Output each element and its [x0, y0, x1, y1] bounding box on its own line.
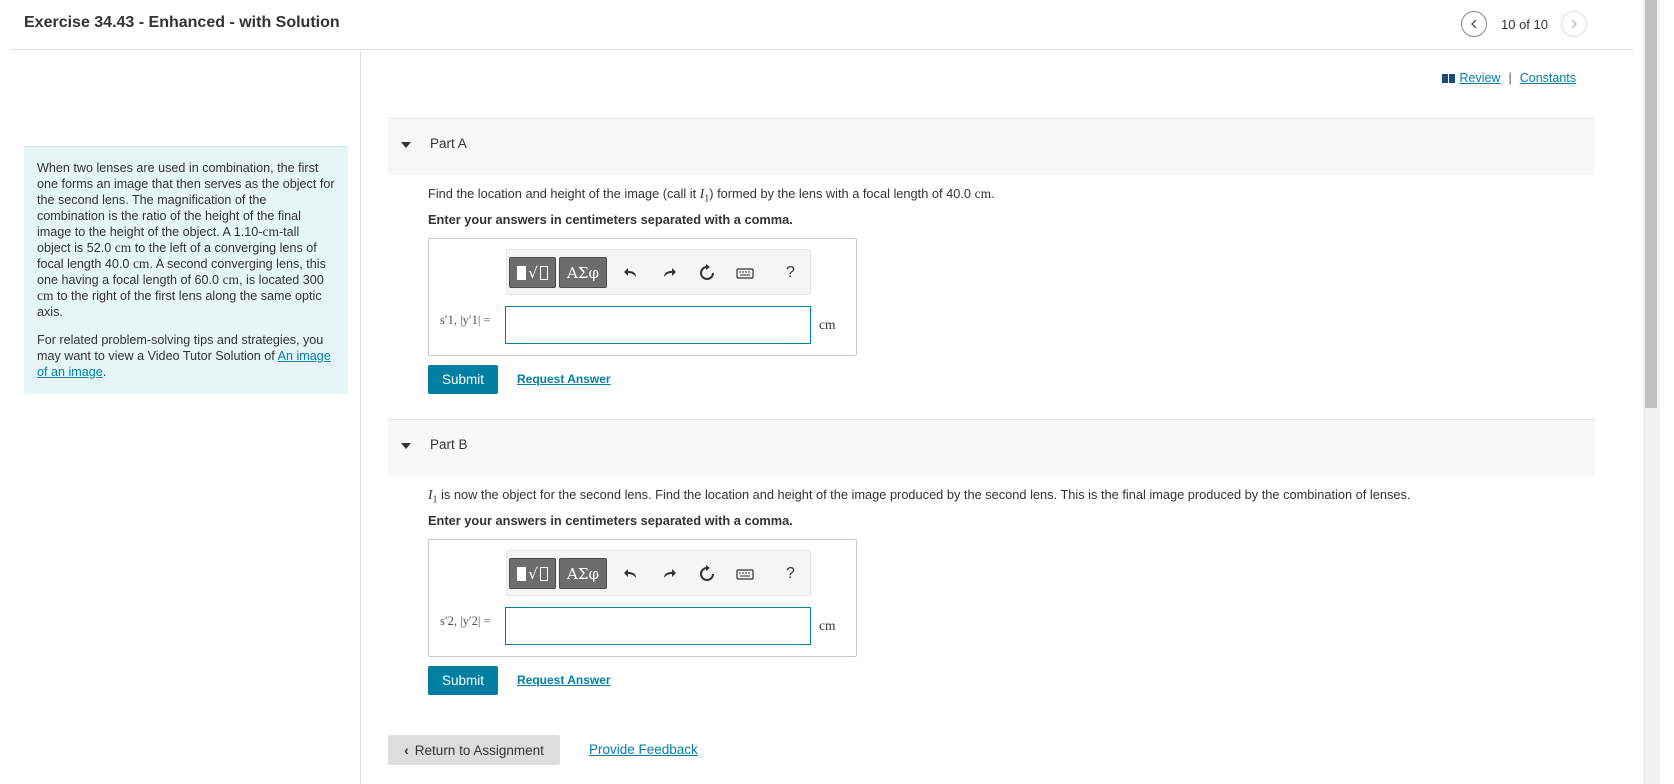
part-a-answer-box: √ ΑΣφ ? s′1, |y′1| = cm [428, 238, 857, 356]
part-b-answer-box: √ ΑΣφ ? s′2, |y′2| = cm [428, 539, 857, 657]
symbols-button[interactable]: ΑΣφ [559, 558, 607, 589]
collapse-caret-icon [401, 142, 411, 148]
problem-statement: When two lenses are used in combination,… [24, 146, 348, 394]
chevron-left-icon: ‹ [404, 742, 409, 758]
review-link[interactable]: Review [1459, 71, 1500, 85]
part-b-instruction: Enter your answers in centimeters separa… [428, 513, 793, 528]
pager-nav: 10 of 10 [1461, 11, 1587, 37]
part-b-title: Part B [430, 437, 468, 452]
part-b-submit-button[interactable]: Submit [428, 666, 498, 695]
part-a-title: Part A [430, 136, 467, 151]
keyboard-icon[interactable] [735, 564, 755, 584]
unit-label: cm [819, 317, 836, 332]
part-a-instruction: Enter your answers in centimeters separa… [428, 212, 793, 227]
redo-icon[interactable] [659, 564, 679, 584]
book-icon [1442, 73, 1456, 83]
templates-button[interactable]: √ [509, 558, 556, 589]
chevron-right-icon [1571, 19, 1577, 29]
collapse-caret-icon [401, 443, 411, 449]
answer-label: s′2, |y′2| = [440, 614, 491, 628]
problem-text: When two lenses are used in combination,… [37, 161, 335, 319]
help-button[interactable]: ? [786, 565, 795, 583]
header-bar: Exercise 34.43 - Enhanced - with Solutio… [11, 0, 1633, 50]
scrollbar-thumb[interactable] [1645, 0, 1657, 408]
constants-link[interactable]: Constants [1520, 71, 1576, 85]
page-title: Exercise 34.43 - Enhanced - with Solutio… [24, 14, 340, 31]
part-a-answer-input[interactable] [505, 306, 811, 344]
templates-button[interactable]: √ [509, 257, 556, 288]
unit-label: cm [819, 618, 836, 633]
math-toolbar: √ ΑΣφ ? [506, 249, 811, 295]
chevron-left-icon [1471, 19, 1477, 29]
reset-icon[interactable] [697, 263, 717, 283]
part-a-request-answer-link[interactable]: Request Answer [517, 372, 611, 386]
keyboard-icon[interactable] [735, 263, 755, 283]
reset-icon[interactable] [697, 564, 717, 584]
part-b-answer-input[interactable] [505, 607, 811, 645]
math-toolbar: √ ΑΣφ ? [506, 550, 811, 596]
return-to-assignment-button[interactable]: ‹ Return to Assignment [388, 735, 560, 765]
part-a-header[interactable]: Part A [388, 118, 1595, 175]
provide-feedback-link[interactable]: Provide Feedback [589, 742, 698, 757]
pager-count: 10 of 10 [1501, 16, 1548, 32]
part-b-request-answer-link[interactable]: Request Answer [517, 673, 611, 687]
resource-links: Review | Constants [1442, 71, 1576, 85]
prev-button[interactable] [1461, 11, 1487, 37]
part-a-question: Find the location and height of the imag… [428, 186, 995, 205]
undo-icon[interactable] [621, 564, 641, 584]
column-divider [360, 51, 361, 784]
part-b-question: I1 is now the object for the second lens… [428, 487, 1411, 506]
redo-icon[interactable] [659, 263, 679, 283]
part-b-header[interactable]: Part B [388, 419, 1595, 476]
next-button[interactable] [1561, 11, 1587, 37]
tips-text: For related problem-solving tips and str… [37, 333, 331, 379]
part-a-submit-button[interactable]: Submit [428, 365, 498, 394]
link-separator: | [1508, 71, 1512, 85]
undo-icon[interactable] [621, 263, 641, 283]
symbols-button[interactable]: ΑΣφ [559, 257, 607, 288]
answer-label: s′1, |y′1| = [440, 313, 491, 327]
help-button[interactable]: ? [786, 264, 795, 282]
